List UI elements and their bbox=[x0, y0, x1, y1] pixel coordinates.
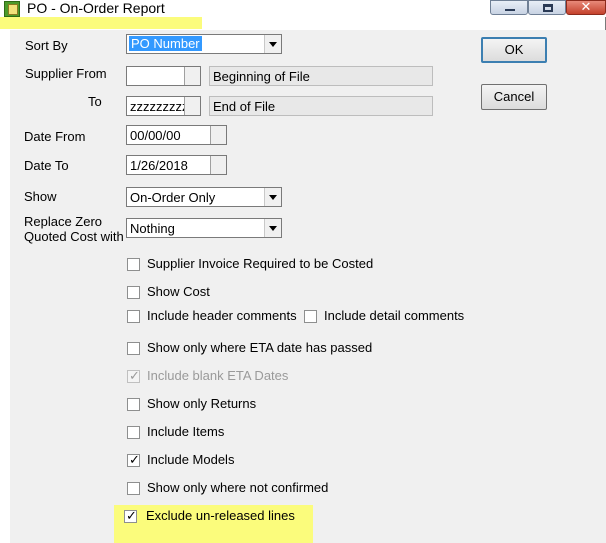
checkbox-exclude-unreleased-lines[interactable]: ✓ bbox=[124, 508, 137, 523]
close-button[interactable]: ✕ bbox=[566, 0, 606, 15]
checkbox-show-only-not-confirmed[interactable] bbox=[127, 482, 140, 495]
checkbox-show-cost[interactable] bbox=[127, 286, 140, 299]
title-bar[interactable]: PO - On-Order Report ✕ bbox=[0, 0, 606, 17]
date-to-value: 1/26/2018 bbox=[130, 158, 188, 173]
checkbox-label: Show only Returns bbox=[147, 396, 257, 411]
checkbox-label: Include Items bbox=[147, 424, 225, 439]
supplier-from-label: Supplier From bbox=[25, 66, 107, 81]
dialog-window: PO - On-Order Report ✕ Sort By PO Number… bbox=[0, 0, 606, 543]
replace-zero-select[interactable]: Nothing bbox=[126, 218, 282, 238]
app-icon bbox=[4, 1, 20, 17]
checkbox-supplier-invoice-required[interactable] bbox=[127, 258, 140, 271]
chevron-down-icon[interactable] bbox=[264, 219, 281, 237]
supplier-from-description: Beginning of File bbox=[209, 66, 433, 86]
lookup-icon[interactable] bbox=[184, 67, 200, 85]
maximize-button[interactable] bbox=[528, 0, 566, 15]
checkmark-icon: ✓ bbox=[129, 452, 140, 467]
supplier-to-description-text: End of File bbox=[213, 99, 276, 114]
checkbox-label: Supplier Invoice Required to be Costed bbox=[147, 256, 374, 271]
supplier-to-description: End of File bbox=[209, 96, 433, 116]
date-to-field[interactable]: 1/26/2018 bbox=[126, 155, 227, 175]
checkbox-include-header-comments[interactable] bbox=[127, 310, 140, 323]
minimize-icon bbox=[505, 9, 515, 11]
sort-by-value: PO Number bbox=[129, 36, 202, 51]
checkbox-label: Include header comments bbox=[147, 308, 297, 323]
date-to-label: Date To bbox=[24, 158, 69, 173]
window-title: PO - On-Order Report bbox=[27, 0, 165, 16]
ok-button[interactable]: OK bbox=[481, 37, 547, 63]
close-icon: ✕ bbox=[580, 0, 592, 14]
cancel-button[interactable]: Cancel bbox=[481, 84, 547, 110]
calendar-icon[interactable] bbox=[210, 156, 226, 174]
show-value: On-Order Only bbox=[130, 190, 216, 205]
supplier-to-label: To bbox=[88, 94, 102, 109]
date-from-value: 00/00/00 bbox=[130, 128, 181, 143]
checkbox-include-detail-comments[interactable] bbox=[304, 310, 317, 323]
supplier-from-description-text: Beginning of File bbox=[213, 69, 310, 84]
show-label: Show bbox=[24, 189, 57, 204]
chevron-down-icon[interactable] bbox=[264, 188, 281, 206]
checkbox-label: Show only where not confirmed bbox=[147, 480, 329, 495]
chevron-down-icon[interactable] bbox=[264, 35, 281, 53]
replace-zero-value: Nothing bbox=[130, 221, 175, 236]
checkmark-icon: ✓ bbox=[126, 508, 137, 523]
checkbox-label: Include blank ETA Dates bbox=[147, 368, 289, 383]
supplier-to-field[interactable]: zzzzzzzzzz bbox=[126, 96, 201, 116]
checkbox-include-models[interactable]: ✓ bbox=[127, 452, 140, 467]
checkbox-include-blank-eta-dates: ✓ bbox=[127, 368, 140, 383]
date-from-field[interactable]: 00/00/00 bbox=[126, 125, 227, 145]
supplier-from-field[interactable] bbox=[126, 66, 201, 86]
checkbox-label: Exclude un-released lines bbox=[146, 508, 295, 523]
checkbox-label: Show only where ETA date has passed bbox=[147, 340, 373, 355]
checkbox-show-only-returns[interactable] bbox=[127, 398, 140, 411]
sort-by-select[interactable]: PO Number bbox=[126, 34, 282, 54]
checkbox-include-items[interactable] bbox=[127, 426, 140, 439]
checkbox-label: Include detail comments bbox=[324, 308, 465, 323]
lookup-icon[interactable] bbox=[184, 97, 200, 115]
checkbox-label: Include Models bbox=[147, 452, 235, 467]
date-from-label: Date From bbox=[24, 129, 86, 144]
replace-zero-label-line2: Quoted Cost with bbox=[24, 229, 124, 244]
checkmark-icon: ✓ bbox=[129, 368, 140, 383]
show-select[interactable]: On-Order Only bbox=[126, 187, 282, 207]
replace-zero-label-line1: Replace Zero bbox=[24, 214, 103, 229]
supplier-to-value: zzzzzzzzzz bbox=[130, 99, 186, 114]
minimize-button[interactable] bbox=[490, 0, 528, 15]
sort-by-label: Sort By bbox=[25, 38, 68, 53]
checkbox-eta-date-passed[interactable] bbox=[127, 342, 140, 355]
calendar-icon[interactable] bbox=[210, 126, 226, 144]
checkbox-label: Show Cost bbox=[147, 284, 210, 299]
maximize-icon bbox=[543, 4, 553, 12]
